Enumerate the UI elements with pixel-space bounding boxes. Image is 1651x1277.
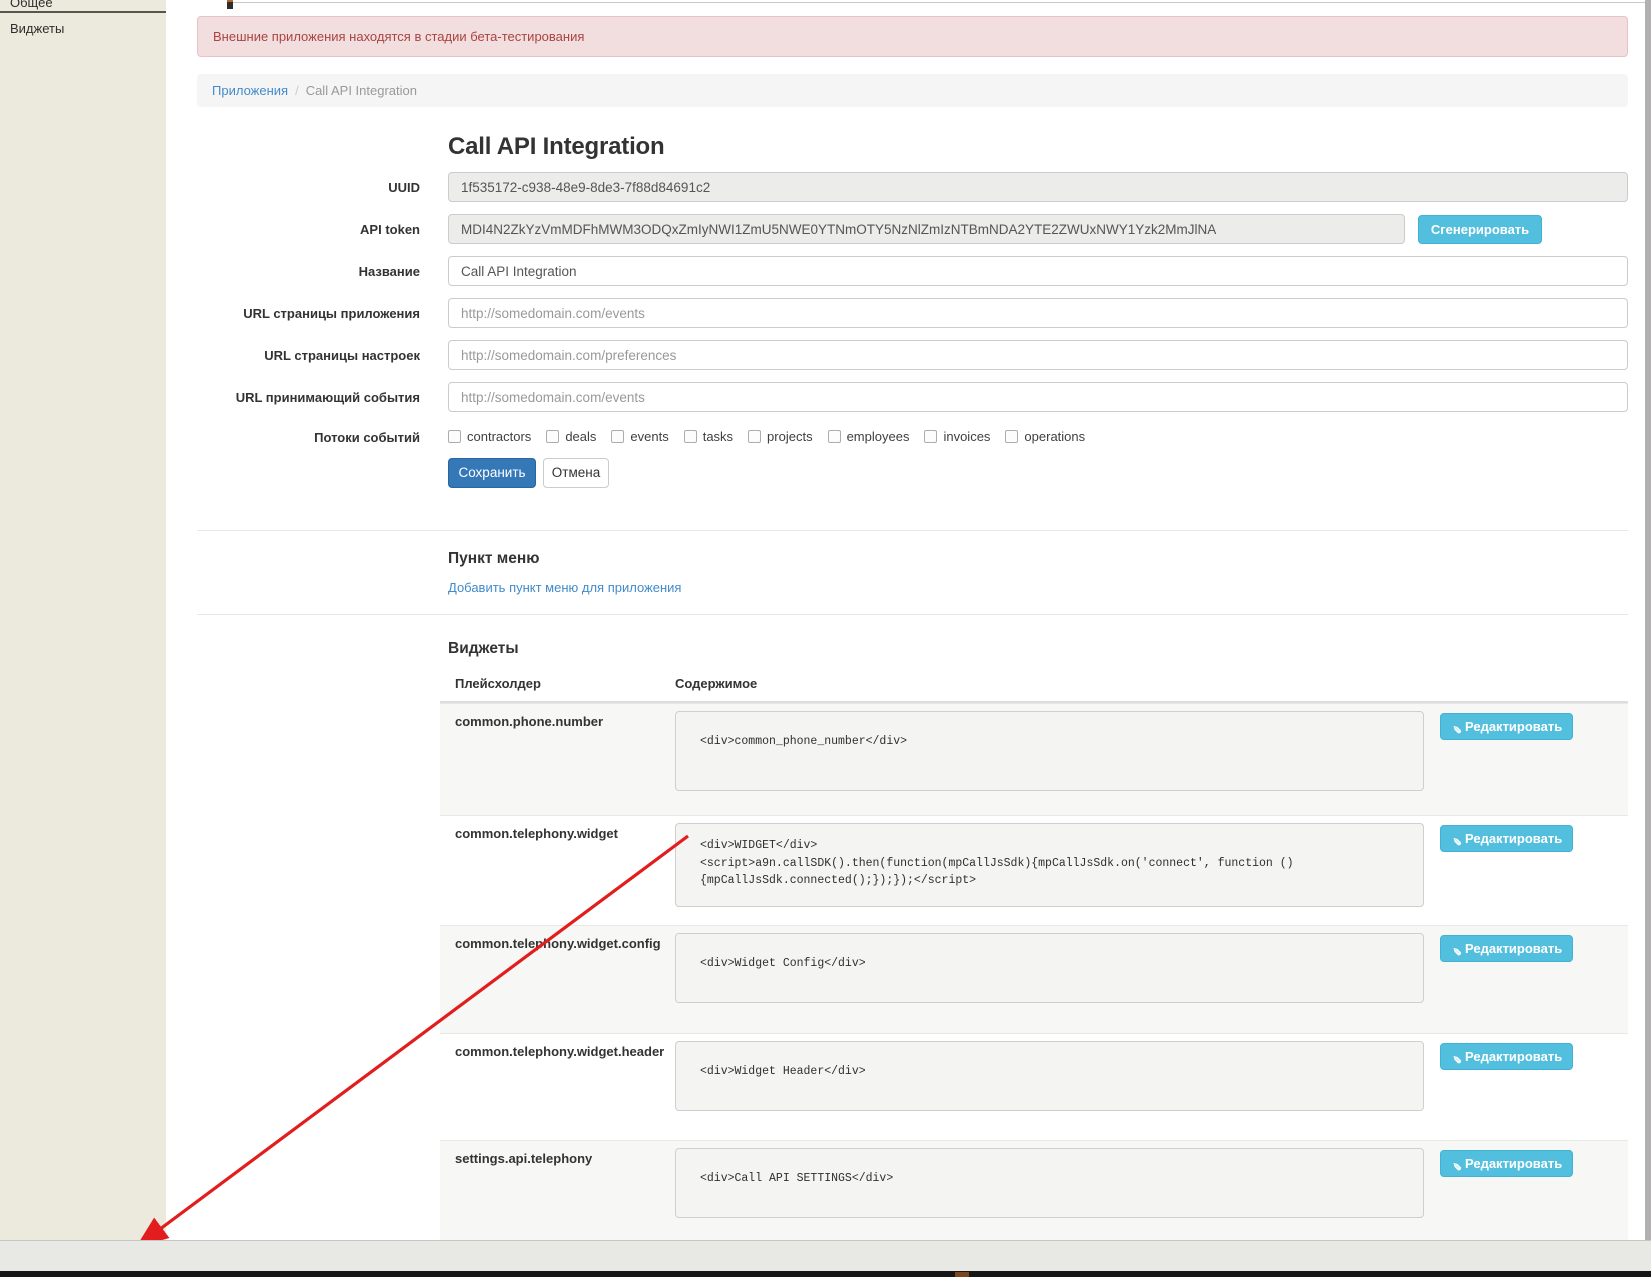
sidebar-item-label: Общее (10, 0, 53, 10)
checkbox-box[interactable] (684, 430, 697, 443)
checkbox-tasks[interactable]: tasks (684, 429, 733, 444)
vertical-scrollbar[interactable] (1645, 0, 1651, 1240)
event-streams-row: contractors deals events tasks projects … (448, 429, 1085, 444)
widget-content-code: <div>Widget Header</div> (675, 1041, 1424, 1111)
pencil-icon: ✎ (1443, 1055, 1468, 1064)
settings-url-field[interactable] (448, 340, 1628, 370)
section-divider (197, 614, 1628, 615)
generate-token-button[interactable]: Сгенерировать (1418, 215, 1542, 244)
widget-placeholder-name: common.telephony.widget.header (455, 1044, 664, 1059)
edit-widget-button[interactable]: ✎Редактировать (1440, 1150, 1573, 1177)
edit-widget-button[interactable]: ✎Редактировать (1440, 713, 1573, 740)
bottom-edge-highlight (955, 1272, 969, 1277)
checkbox-operations[interactable]: operations (1005, 429, 1085, 444)
beta-alert-text: Внешние приложения находятся в стадии бе… (213, 29, 584, 44)
widget-content-code: <div>WIDGET</div> <script>a9n.callSDK().… (675, 823, 1424, 907)
widget-table-row: common.telephony.widget.header <div>Widg… (440, 1033, 1628, 1140)
checkbox-box[interactable] (611, 430, 624, 443)
name-field[interactable] (448, 256, 1628, 286)
cancel-button[interactable]: Отмена (543, 458, 609, 488)
add-menu-item-link[interactable]: Добавить пункт меню для приложения (448, 580, 681, 595)
checkbox-box[interactable] (1005, 430, 1018, 443)
pencil-icon: ✎ (1443, 947, 1468, 956)
widget-placeholder-name: common.phone.number (455, 714, 603, 729)
sidebar-item-widgets[interactable]: Виджеты (0, 21, 166, 36)
widget-placeholder-name: common.telephony.widget (455, 826, 618, 841)
app-url-label: URL страницы приложения (0, 306, 420, 321)
api-token-field[interactable] (448, 214, 1405, 244)
widget-table-row: settings.api.telephony <div>Call API SET… (440, 1140, 1628, 1240)
widget-placeholder-name: common.telephony.widget.config (455, 936, 661, 951)
breadcrumb-separator: / (288, 83, 306, 98)
app-window: Общее Виджеты Внешние приложения находят… (0, 0, 1651, 1277)
widgets-section-title: Виджеты (448, 640, 519, 658)
name-label: Название (0, 264, 420, 279)
cutoff-header-fragment (227, 0, 233, 9)
section-divider (197, 530, 1628, 531)
checkbox-deals[interactable]: deals (546, 429, 596, 444)
app-url-field[interactable] (448, 298, 1628, 328)
checkbox-employees[interactable]: employees (828, 429, 910, 444)
pencil-icon: ✎ (1443, 837, 1468, 846)
pencil-icon: ✎ (1443, 1162, 1468, 1171)
widget-content-code: <div>Widget Config</div> (675, 933, 1424, 1003)
edit-widget-button[interactable]: ✎Редактировать (1440, 825, 1573, 852)
checkbox-invoices[interactable]: invoices (924, 429, 990, 444)
sidebar-item-general[interactable]: Общее (0, 0, 166, 10)
events-url-field[interactable] (448, 382, 1628, 412)
widget-content-code: <div>Call API SETTINGS</div> (675, 1148, 1424, 1218)
edit-widget-button[interactable]: ✎Редактировать (1440, 1043, 1573, 1070)
breadcrumb: Приложения/Call API Integration (197, 74, 1628, 107)
widget-content-code: <div>common_phone_number</div> (675, 711, 1424, 791)
column-header-placeholder: Плейсхолдер (455, 676, 541, 691)
checkbox-events[interactable]: events (611, 429, 668, 444)
api-token-label: API token (0, 222, 420, 237)
checkbox-box[interactable] (748, 430, 761, 443)
checkbox-box[interactable] (828, 430, 841, 443)
save-button[interactable]: Сохранить (448, 458, 536, 488)
sidebar-item-label: Виджеты (10, 21, 64, 36)
checkbox-box[interactable] (924, 430, 937, 443)
uuid-label: UUID (0, 180, 420, 195)
uuid-field[interactable] (448, 172, 1628, 202)
settings-url-label: URL страницы настроек (0, 348, 420, 363)
beta-alert: Внешние приложения находятся в стадии бе… (197, 16, 1628, 57)
column-header-content: Содержимое (675, 676, 757, 691)
cutoff-header-underline (231, 2, 1651, 3)
menu-section-title: Пункт меню (448, 550, 539, 568)
checkbox-box[interactable] (546, 430, 559, 443)
page-title: Call API Integration (448, 133, 664, 161)
widget-placeholder-name: settings.api.telephony (455, 1151, 592, 1166)
breadcrumb-current: Call API Integration (306, 83, 417, 98)
pencil-icon: ✎ (1443, 725, 1468, 734)
widget-table-row: common.phone.number <div>common_phone_nu… (440, 703, 1628, 815)
checkbox-contractors[interactable]: contractors (448, 429, 531, 444)
bottom-toolbar: WIDGET 65 2 (0, 1240, 1651, 1271)
checkbox-box[interactable] (448, 430, 461, 443)
widget-table-row: common.telephony.widget <div>WIDGET</div… (440, 815, 1628, 925)
widget-table-row: common.telephony.widget.config <div>Widg… (440, 925, 1628, 1033)
events-url-label: URL принимающий события (0, 390, 420, 405)
breadcrumb-link-applications[interactable]: Приложения (212, 83, 288, 98)
checkbox-projects[interactable]: projects (748, 429, 813, 444)
event-streams-label: Потоки событий (0, 430, 420, 445)
bottom-edge-strip (0, 1271, 1651, 1277)
edit-widget-button[interactable]: ✎Редактировать (1440, 935, 1573, 962)
sidebar-divider (0, 11, 166, 13)
